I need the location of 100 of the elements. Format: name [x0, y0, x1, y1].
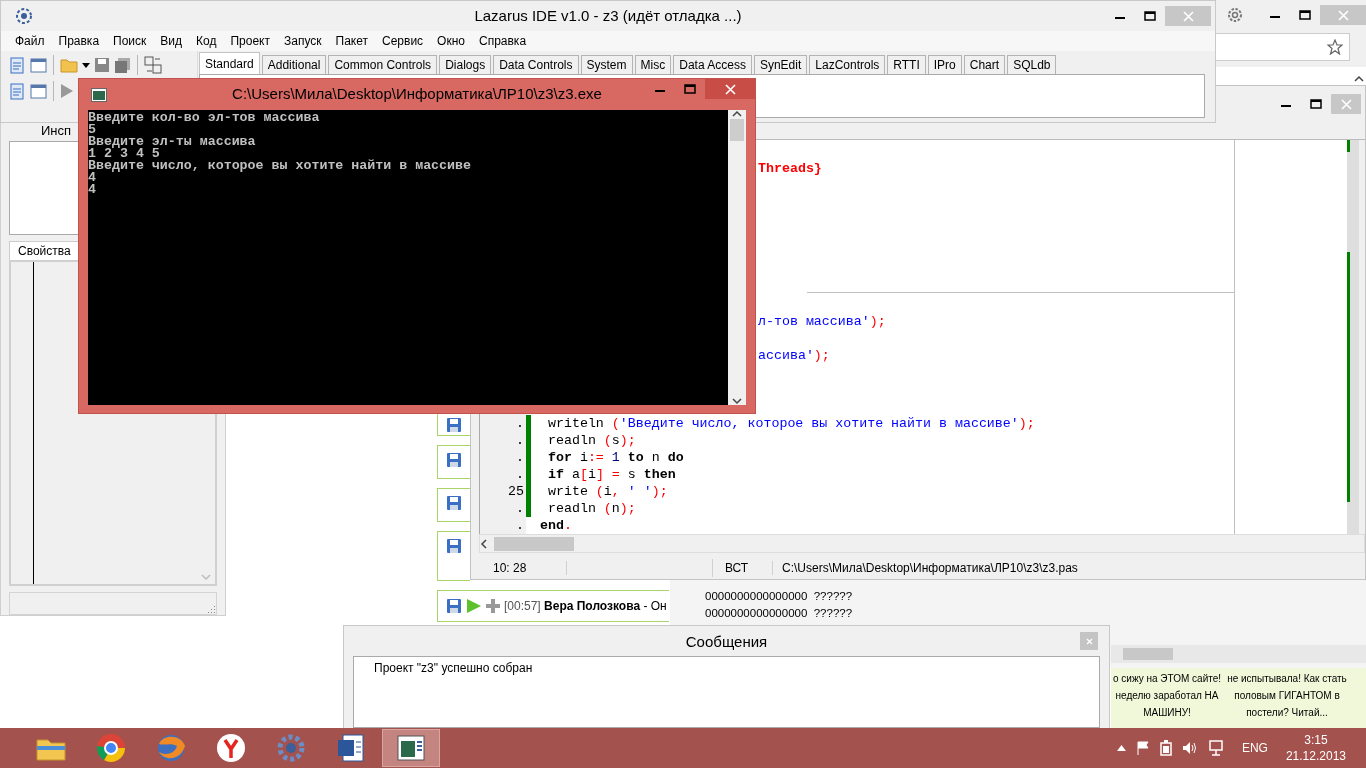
ad-text[interactable]: о сижу на ЭТОМ сайте! неделю заработал НА МАШИНУ!	[1111, 668, 1223, 728]
maximize-icon	[684, 84, 696, 94]
up-arrow-icon[interactable]	[1116, 745, 1126, 751]
menu-item[interactable]: Файл	[8, 34, 52, 48]
palette-tab[interactable]: RTTI	[887, 55, 926, 74]
close-icon	[1340, 98, 1352, 110]
form-icon[interactable]	[30, 56, 47, 74]
close-button[interactable]	[705, 79, 755, 99]
close-icon	[1085, 637, 1093, 645]
forms-icon[interactable]	[30, 82, 47, 100]
palette-tab[interactable]: Additional	[261, 55, 327, 74]
gear-icon	[275, 732, 307, 764]
code-line: л-тов массива');	[758, 313, 886, 331]
play-icon[interactable]	[60, 83, 74, 99]
palette-tab[interactable]: Standard	[199, 52, 260, 74]
console-line: 5	[88, 124, 96, 136]
palette-tab[interactable]: Data Controls	[493, 55, 579, 74]
console-line: 1 2 3 4 5	[88, 148, 161, 160]
floppy-icon[interactable]	[446, 495, 462, 511]
floppy-icon[interactable]	[446, 598, 462, 614]
flag-icon[interactable]	[1135, 741, 1150, 755]
menu-item[interactable]: Код	[189, 34, 224, 48]
ad-banner[interactable]: о сижу на ЭТОМ сайте! неделю заработал НА МАШИНУ! не испытывала! Как стать половым ГИГАНТОМ в постели? Читай...	[1111, 668, 1366, 728]
resize-grip-icon[interactable]	[206, 604, 216, 614]
menu-item[interactable]: Пакет	[328, 34, 375, 48]
settings-icon[interactable]	[1226, 6, 1244, 24]
palette-tab[interactable]: Data Access	[673, 55, 752, 74]
inspector-tab[interactable]: Свойства	[9, 241, 80, 261]
address-field[interactable]	[1216, 33, 1350, 61]
ad-text[interactable]: не испытывала! Как стать половым ГИГАНТОМ в постели? Читай...	[1223, 668, 1351, 728]
scrollbar-thumb[interactable]	[730, 119, 744, 141]
app-icon	[15, 7, 33, 25]
plus-icon[interactable]	[486, 599, 500, 613]
menu-item[interactable]: Справка	[472, 34, 534, 48]
clock-date[interactable]: 21.12.2013	[1285, 748, 1346, 764]
code-line: readln (n);	[546, 500, 636, 518]
code-line: end.	[540, 517, 572, 535]
line-number: .	[515, 415, 525, 433]
palette-tab[interactable]: SynEdit	[753, 55, 808, 74]
code-line: if a[i] = s then	[546, 466, 676, 484]
console-line: 4	[88, 172, 96, 184]
scrollbar-thumb[interactable]	[494, 536, 574, 551]
speaker-icon[interactable]	[1181, 741, 1198, 755]
caret-icon[interactable]	[82, 62, 90, 68]
file-path: C:\Users\Мила\Desktop\Информатика\ЛР10\z3\z3.pas	[781, 561, 1078, 576]
panel-title: Инсп	[41, 123, 72, 140]
palette-tab[interactable]: Dialogs	[439, 55, 492, 74]
message-text: Проект "z3" успешно собран	[374, 661, 534, 675]
insert-mode: ВСТ	[713, 561, 773, 576]
code-line: ассива');	[758, 347, 830, 365]
language-indicator[interactable]: ENG	[1241, 741, 1268, 755]
taskbar-button[interactable]	[382, 729, 440, 767]
menu-item[interactable]: Запуск	[277, 34, 329, 48]
battery-icon[interactable]	[1159, 740, 1172, 756]
close-icon	[1337, 9, 1349, 21]
menu-item[interactable]: Окно	[430, 34, 472, 48]
scrollbar[interactable]	[1347, 140, 1365, 535]
palette-tab[interactable]: Chart	[963, 55, 1006, 74]
play-icon[interactable]	[466, 598, 482, 614]
palette-tab[interactable]: Common Controls	[328, 55, 438, 74]
track-title[interactable]: [00:57] Вера Полозкова - Он	[504, 599, 667, 613]
console-line: Введите эл-ты массива	[88, 136, 257, 148]
palette-tab[interactable]: SQLdb	[1007, 55, 1057, 74]
menu-item[interactable]: Правка	[51, 34, 107, 48]
globe-icon	[155, 732, 187, 764]
scrollbar[interactable]	[728, 110, 746, 405]
palette-tab[interactable]: System	[580, 55, 633, 74]
menu-item[interactable]: Проект	[223, 34, 277, 48]
line-number: .	[515, 449, 525, 467]
cursor-position: 10: 28	[471, 561, 567, 576]
close-icon	[724, 83, 736, 95]
floppy-icon[interactable]	[446, 538, 462, 554]
palette-tab[interactable]: IPro	[927, 55, 962, 74]
console-line: Введите число, которое вы хотите найти в массиве	[88, 160, 472, 172]
scrollbar[interactable]	[479, 534, 1365, 554]
scrollbar[interactable]	[1111, 645, 1366, 663]
console-line: 4	[88, 184, 97, 196]
line-number: 25	[507, 483, 525, 501]
clock-time[interactable]: 3:15	[1304, 732, 1328, 748]
swap-icon[interactable]	[144, 56, 162, 74]
code-line: for i:= 1 to n do	[546, 449, 684, 467]
menu-item[interactable]: Сервис	[375, 34, 431, 48]
network-icon[interactable]	[1207, 740, 1224, 756]
console-icon	[91, 87, 107, 102]
text-line: 0000000000000000 ??????	[705, 590, 854, 604]
star-icon[interactable]	[1327, 39, 1343, 55]
maximize-icon	[1144, 11, 1156, 21]
floppy-icon[interactable]	[446, 417, 462, 433]
menu-item[interactable]: Вид	[153, 34, 190, 48]
line-number: .	[515, 432, 525, 450]
floppy-icon[interactable]	[446, 452, 462, 468]
menu-item[interactable]: Поиск	[106, 34, 154, 48]
code-line: write (i, ' ');	[546, 483, 668, 501]
palette-tab[interactable]: LazControls	[809, 55, 886, 74]
text-line: 0000000000000000 ??????	[705, 607, 854, 621]
close-icon	[1182, 10, 1194, 22]
floppies-icon[interactable]	[114, 56, 131, 74]
maximize-icon	[1299, 10, 1311, 20]
maximize-icon	[1310, 99, 1322, 110]
palette-tab[interactable]: Misc	[634, 55, 672, 74]
